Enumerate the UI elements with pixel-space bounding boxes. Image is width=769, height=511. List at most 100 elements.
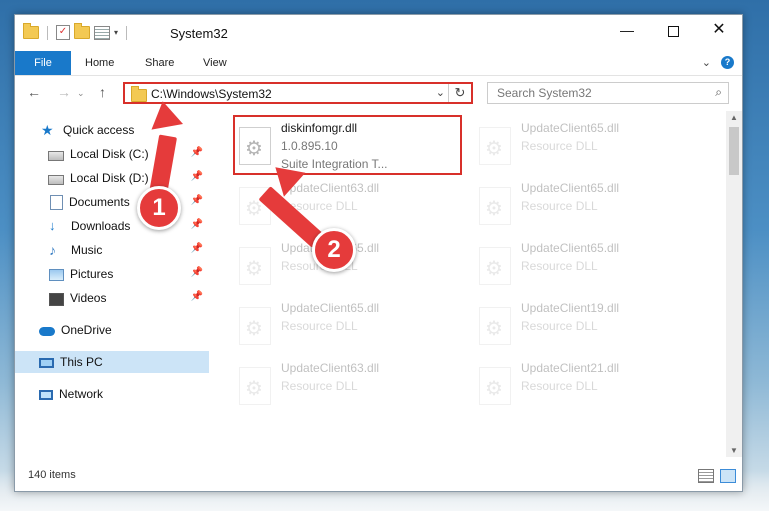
music-icon: ♪ <box>49 242 56 258</box>
recent-locations-chevron-icon[interactable]: ⌄ <box>77 88 85 99</box>
file-name: UpdateClient63.dll <box>281 361 380 375</box>
scroll-up-icon[interactable]: ▲ <box>730 113 738 122</box>
file-description: Resource DLL <box>281 379 358 393</box>
star-icon: ★ <box>41 122 54 138</box>
tab-file[interactable]: File <box>15 51 71 75</box>
pin-icon[interactable]: 📌 <box>191 195 203 206</box>
file-item[interactable]: UpdateClient65.dll Resource DLL <box>475 237 700 293</box>
search-icon[interactable]: ⌕ <box>715 85 722 100</box>
sidebar-item-network[interactable]: Network <box>15 383 209 405</box>
computer-icon <box>39 357 54 368</box>
search-input[interactable]: Search System32 ⌕ <box>487 82 729 104</box>
pin-icon[interactable]: 📌 <box>191 219 203 230</box>
file-name: diskinfomgr.dll <box>281 121 358 135</box>
pin-icon[interactable]: 📌 <box>191 291 203 302</box>
dll-file-icon <box>479 307 511 345</box>
pin-icon[interactable]: 📌 <box>191 267 203 278</box>
minimize-button[interactable]: — <box>604 15 650 45</box>
sidebar-item-local-disk-c[interactable]: Local Disk (C:) 📌 <box>15 143 209 165</box>
tiles-view-icon[interactable] <box>720 469 736 483</box>
sidebar-item-onedrive[interactable]: OneDrive <box>15 319 209 341</box>
sidebar-item-label: Pictures <box>70 267 114 281</box>
close-button[interactable]: ✕ <box>696 15 742 45</box>
dll-file-icon <box>239 127 271 165</box>
folder-icon[interactable] <box>23 23 39 39</box>
file-item-diskinfomgr[interactable]: diskinfomgr.dll 1.0.895.10 Suite Integra… <box>233 115 462 175</box>
details-view-icon[interactable] <box>698 469 714 483</box>
vertical-scrollbar[interactable]: ▲ ▼ <box>726 111 742 457</box>
dll-file-icon <box>479 367 511 405</box>
title-bar: ✓ ▾ System32 — ✕ <box>15 15 742 51</box>
download-icon: ↓ <box>49 218 56 233</box>
file-item[interactable]: UpdateClient65.dll Resource DLL <box>475 177 700 233</box>
pin-icon[interactable]: 📌 <box>191 243 203 254</box>
pin-icon[interactable]: 📌 <box>191 171 203 182</box>
sidebar-item-local-disk-d[interactable]: Local Disk (D:) 📌 <box>15 167 209 189</box>
customize-toolbar-chevron-icon[interactable]: ▾ <box>114 28 118 37</box>
video-icon <box>49 292 64 306</box>
file-item[interactable]: UpdateClient21.dll Resource DLL <box>475 357 700 413</box>
dll-file-icon <box>239 307 271 345</box>
explorer-window: ✓ ▾ System32 — ✕ File Home Share View ⌄ … <box>14 14 743 492</box>
tab-home[interactable]: Home <box>85 51 114 75</box>
dll-file-icon <box>479 187 511 225</box>
scroll-thumb[interactable] <box>729 127 739 175</box>
dll-file-icon <box>239 247 271 285</box>
disk-icon <box>48 174 64 185</box>
sidebar-item-label: OneDrive <box>61 323 112 337</box>
forward-button[interactable]: → <box>57 84 71 100</box>
help-icon[interactable]: ? <box>721 56 734 69</box>
refresh-button[interactable]: ↻ <box>448 84 471 102</box>
maximize-icon <box>667 25 679 37</box>
file-description: Resource DLL <box>521 379 598 393</box>
file-item[interactable]: UpdateClient65.dll Resource DLL <box>235 297 460 353</box>
sidebar-item-pictures[interactable]: Pictures 📌 <box>15 263 209 285</box>
file-name: UpdateClient65.dll <box>521 121 620 135</box>
sidebar-item-this-pc[interactable]: This PC <box>15 351 209 373</box>
tab-view[interactable]: View <box>203 51 227 75</box>
sidebar-item-music[interactable]: ♪ Music 📌 <box>15 239 209 261</box>
back-button[interactable]: ← <box>27 84 41 100</box>
properties-check-icon[interactable]: ✓ <box>56 25 70 40</box>
network-icon <box>39 390 53 400</box>
file-description: Resource DLL <box>521 259 598 273</box>
annotation-badge-1: 1 <box>137 186 181 230</box>
file-list: diskinfomgr.dll 1.0.895.10 Suite Integra… <box>221 111 726 457</box>
scroll-down-icon[interactable]: ▼ <box>730 446 738 455</box>
folder-icon <box>131 86 147 102</box>
new-folder-icon[interactable] <box>74 23 90 39</box>
address-path[interactable]: C:\Windows\System32 <box>151 87 272 101</box>
file-name: UpdateClient21.dll <box>521 361 620 375</box>
file-name: UpdateClient65.dll <box>521 181 620 195</box>
file-description: Resource DLL <box>521 199 598 213</box>
navigation-pane: ★ Quick access Local Disk (C:) 📌 Local D… <box>15 111 209 459</box>
file-item[interactable]: UpdateClient19.dll Resource DLL <box>475 297 700 353</box>
rename-icon[interactable] <box>94 25 110 40</box>
address-dropdown-chevron-icon[interactable]: ⌄ <box>436 86 445 99</box>
sidebar-item-videos[interactable]: Videos 📌 <box>15 287 209 309</box>
tab-share[interactable]: Share <box>145 51 174 75</box>
toolbar-divider <box>126 25 128 40</box>
file-name: UpdateClient19.dll <box>521 301 620 315</box>
item-count: 140 items <box>28 469 76 481</box>
pin-icon[interactable]: 📌 <box>191 147 203 158</box>
file-item[interactable]: UpdateClient63.dll Resource DLL <box>235 357 460 413</box>
disk-icon <box>48 150 64 161</box>
window-title: System32 <box>170 26 228 41</box>
file-name: UpdateClient65.dll <box>281 301 380 315</box>
sidebar-item-label: Quick access <box>63 123 135 137</box>
sidebar-item-label: Local Disk (C:) <box>70 147 149 161</box>
file-description: Resource DLL <box>521 319 598 333</box>
sidebar-item-label: Downloads <box>71 219 131 233</box>
file-description: Resource DLL <box>281 319 358 333</box>
sidebar-item-downloads[interactable]: ↓ Downloads 📌 <box>15 215 209 237</box>
expand-ribbon-chevron-icon[interactable]: ⌄ <box>702 56 711 69</box>
status-bar: 140 items <box>15 461 742 491</box>
file-item[interactable]: UpdateClient65.dll Resource DLL <box>475 117 700 173</box>
address-row: ← → ⌄ ↑ C:\Windows\System32 ⌄ ↻ Search S… <box>15 76 742 110</box>
view-toggle <box>698 469 736 483</box>
pictures-icon <box>49 269 64 281</box>
up-button[interactable]: ↑ <box>99 84 106 100</box>
maximize-button[interactable] <box>650 15 696 45</box>
file-description: Resource DLL <box>521 139 598 153</box>
